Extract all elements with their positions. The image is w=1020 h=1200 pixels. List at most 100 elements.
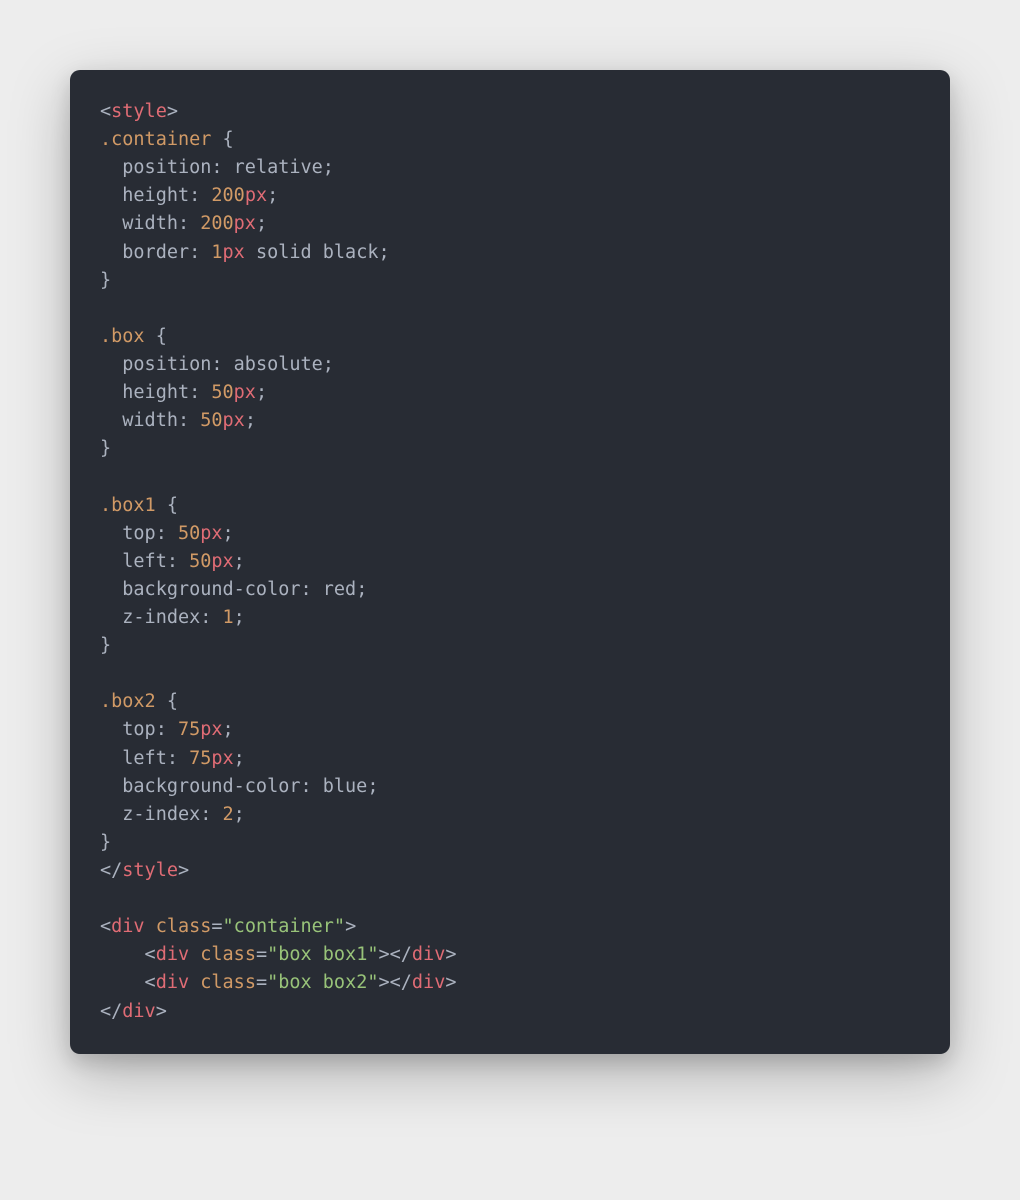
code-line: <style> [100, 101, 178, 122]
code-token: > [345, 916, 356, 937]
code-token: border [100, 242, 189, 263]
code-token: px [234, 382, 256, 403]
code-token: </ [100, 860, 122, 881]
code-token: relative [234, 157, 323, 178]
code-token: z-index [100, 804, 200, 825]
code-token: ; [367, 776, 378, 797]
code-token: : [189, 185, 211, 206]
code-token: px [245, 185, 267, 206]
code-token: = [256, 944, 267, 965]
code-line: width: 50px; [100, 410, 256, 431]
code-token: > [156, 1001, 167, 1022]
code-token: { [167, 495, 178, 516]
code-token: 75 [189, 748, 211, 769]
code-token [189, 972, 200, 993]
code-token: : [211, 354, 233, 375]
code-line: } [100, 438, 111, 459]
code-token: "box box1" [267, 944, 378, 965]
code-token: ; [234, 607, 245, 628]
code-token: : [189, 242, 211, 263]
code-line: background-color: blue; [100, 776, 378, 797]
code-token: ; [323, 354, 334, 375]
code-line: left: 75px; [100, 748, 245, 769]
code-token: left [100, 748, 167, 769]
code-token: style [111, 101, 167, 122]
code-token: { [156, 326, 167, 347]
code-line: } [100, 635, 111, 656]
code-line: .box1 { [100, 495, 178, 516]
code-token: : [178, 410, 200, 431]
code-token: top [100, 719, 156, 740]
code-line: } [100, 270, 111, 291]
code-token: < [100, 972, 156, 993]
code-token: px [211, 748, 233, 769]
code-token: div [412, 944, 445, 965]
code-line: z-index: 2; [100, 804, 245, 825]
code-token: : [189, 382, 211, 403]
code-line: } [100, 832, 111, 853]
code-token: ; [267, 185, 278, 206]
code-token: z-index [100, 607, 200, 628]
code-token: div [156, 944, 189, 965]
code-token: 50 [189, 551, 211, 572]
code-token [156, 691, 167, 712]
code-token: } [100, 270, 111, 291]
code-token: .box [100, 326, 145, 347]
code-token: solid black [245, 242, 379, 263]
code-token: : [300, 776, 322, 797]
code-token: ; [323, 157, 334, 178]
code-token: background-color [100, 579, 300, 600]
code-line: top: 50px; [100, 523, 234, 544]
code-token: > [445, 972, 456, 993]
code-token: div [122, 1001, 155, 1022]
code-token: div [412, 972, 445, 993]
code-block[interactable]: <style> .container { position: relative;… [70, 70, 950, 1054]
code-token: ; [234, 748, 245, 769]
code-token: absolute [234, 354, 323, 375]
code-token: > [178, 860, 189, 881]
code-line: <div class="box box2"></div> [100, 972, 456, 993]
code-token: px [223, 410, 245, 431]
code-line: background-color: red; [100, 579, 367, 600]
code-token: "box box2" [267, 972, 378, 993]
code-token: 75 [178, 719, 200, 740]
code-token: } [100, 635, 111, 656]
code-token [156, 495, 167, 516]
code-token: style [122, 860, 178, 881]
code-token: 50 [178, 523, 200, 544]
code-token: 50 [211, 382, 233, 403]
code-token: position [100, 354, 211, 375]
code-token: .container [100, 129, 211, 150]
code-token: = [256, 972, 267, 993]
code-token: : [167, 551, 189, 572]
code-token: .box1 [100, 495, 156, 516]
code-token: { [167, 691, 178, 712]
code-line: z-index: 1; [100, 607, 245, 628]
code-token: px [223, 242, 245, 263]
code-token: ></ [379, 944, 412, 965]
code-token: 50 [200, 410, 222, 431]
code-token: "container" [223, 916, 346, 937]
code-line: </div> [100, 1001, 167, 1022]
code-line: top: 75px; [100, 719, 234, 740]
code-token: class [200, 972, 256, 993]
code-token [189, 944, 200, 965]
code-token: ; [234, 804, 245, 825]
code-token: : [200, 804, 222, 825]
code-token: 1 [211, 242, 222, 263]
code-token: width [100, 410, 178, 431]
code-token: } [100, 438, 111, 459]
code-token: class [156, 916, 212, 937]
code-token: ; [234, 551, 245, 572]
code-token: > [167, 101, 178, 122]
code-token: ; [256, 382, 267, 403]
code-token: px [200, 523, 222, 544]
code-token: height [100, 382, 189, 403]
code-token: : [167, 748, 189, 769]
code-line: height: 50px; [100, 382, 267, 403]
code-token: ; [223, 523, 234, 544]
code-line: position: relative; [100, 157, 334, 178]
code-line: position: absolute; [100, 354, 334, 375]
code-line: </style> [100, 860, 189, 881]
code-token: : [156, 523, 178, 544]
